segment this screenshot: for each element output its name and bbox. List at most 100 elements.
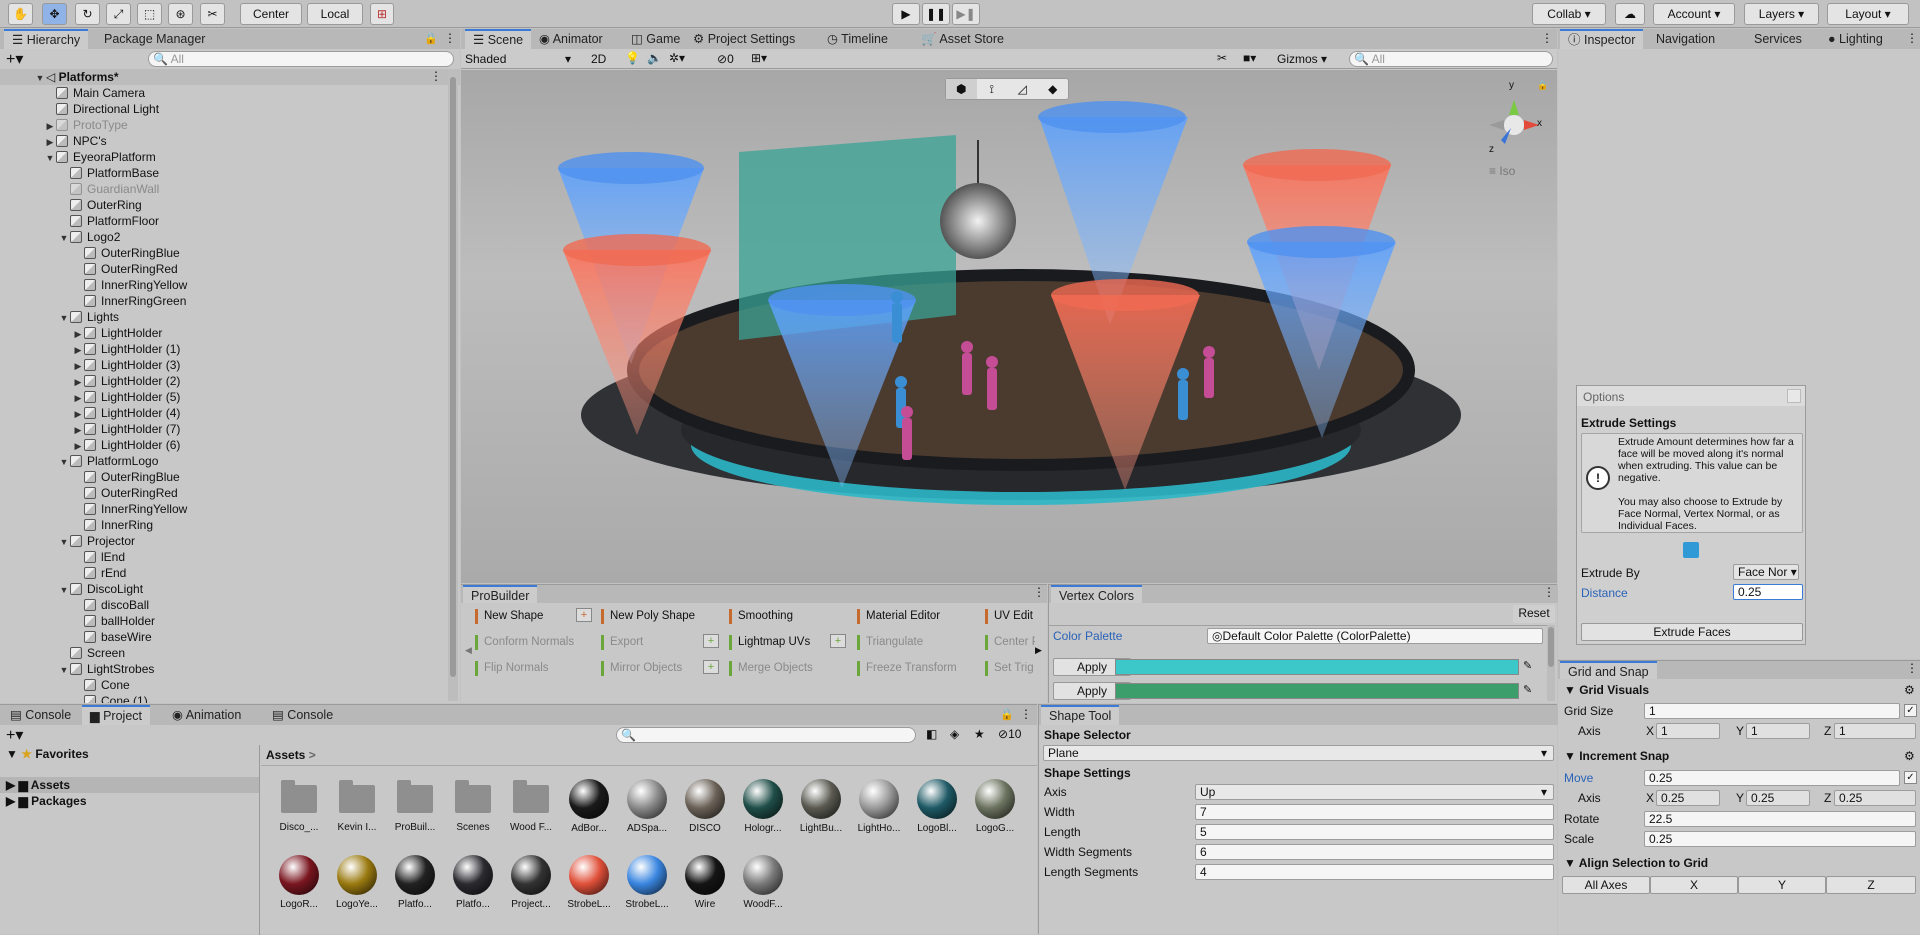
expand-arrow-icon[interactable]: ▶ bbox=[72, 406, 84, 422]
gizmos-dropdown[interactable]: Gizmos ▾ bbox=[1277, 52, 1327, 66]
expand-arrow-icon[interactable]: ▶ bbox=[72, 438, 84, 454]
hierarchy-row[interactable]: InnerRing bbox=[72, 517, 153, 533]
asset-material[interactable]: LogoR... bbox=[275, 855, 323, 910]
tab-lighting[interactable]: ● Lighting bbox=[1820, 29, 1886, 49]
audio-toggle-icon[interactable]: 🔈 bbox=[647, 51, 662, 65]
tab-shape-tool[interactable]: Shape Tool bbox=[1041, 705, 1120, 725]
face-mode-icon[interactable]: ◆ bbox=[1038, 79, 1069, 99]
layout-dropdown[interactable]: Layout ▾ bbox=[1827, 3, 1909, 25]
scroll-left-icon[interactable]: ◀ bbox=[465, 645, 472, 656]
camera-icon[interactable]: ■▾ bbox=[1243, 51, 1256, 65]
toggle-2d-button[interactable]: 2D bbox=[591, 52, 606, 66]
scene-menu-icon[interactable]: ⋮ bbox=[430, 69, 442, 83]
inc-axis-y-input[interactable]: 0.25 bbox=[1746, 790, 1810, 806]
hierarchy-row[interactable]: ▼ EyeoraPlatform bbox=[44, 149, 156, 165]
scene-search-input[interactable]: 🔍 All bbox=[1349, 51, 1553, 67]
probuilder-action-button[interactable]: Center P bbox=[985, 635, 1035, 650]
asset-material[interactable]: WoodF... bbox=[739, 855, 787, 910]
increment-snap-header[interactable]: ▼ Increment Snap bbox=[1564, 749, 1669, 763]
color-palette-field[interactable]: ◎Default Color Palette (ColorPalette) bbox=[1207, 628, 1543, 644]
filter-label-icon[interactable]: ◈ bbox=[950, 727, 959, 741]
create-button[interactable]: +▾ bbox=[6, 49, 23, 69]
grid-visuals-header[interactable]: ▼ Grid Visuals bbox=[1564, 683, 1649, 697]
hierarchy-row[interactable]: ▼ Lights bbox=[58, 309, 120, 325]
close-icon[interactable] bbox=[1787, 389, 1801, 403]
hierarchy-row[interactable]: ▼ Projector bbox=[58, 533, 136, 550]
expand-arrow-icon[interactable]: ▶ bbox=[72, 326, 84, 342]
probuilder-action-button[interactable]: UV Edit bbox=[985, 609, 1035, 624]
align-y-button[interactable]: Y bbox=[1738, 876, 1826, 894]
object-mode-icon[interactable]: ⬢ bbox=[946, 79, 977, 99]
extrude-by-dropdown[interactable]: Face Nor ▾ bbox=[1733, 564, 1799, 580]
axis-dropdown[interactable]: Up ▾ bbox=[1195, 784, 1554, 800]
move-snap-input[interactable]: 0.25 bbox=[1644, 770, 1900, 786]
probuilder-action-button[interactable]: Merge Objects bbox=[729, 661, 813, 676]
grid-size-checkbox[interactable]: ✓ bbox=[1904, 704, 1917, 717]
collapse-arrow-icon[interactable]: ▼ bbox=[58, 230, 70, 246]
scene-viewport[interactable]: ⬢ ⟟ ◿ ◆ x y z 🔒 ≡ Iso bbox=[461, 70, 1557, 583]
vertex-colors-scrollbar[interactable] bbox=[1547, 625, 1555, 701]
align-z-button[interactable]: Z bbox=[1826, 876, 1916, 894]
project-menu-icon[interactable]: ⋮ bbox=[1020, 707, 1032, 721]
hierarchy-row[interactable]: InnerRingYellow bbox=[72, 501, 187, 517]
move-tool-button[interactable]: ✥ bbox=[42, 3, 67, 25]
align-all-axes-button[interactable]: All Axes bbox=[1562, 876, 1650, 894]
hierarchy-row[interactable]: ▶ LightHolder (7) bbox=[72, 421, 181, 437]
asset-material[interactable]: DISCO bbox=[681, 779, 729, 834]
tab-animator[interactable]: ◉ Animator bbox=[531, 29, 611, 49]
asset-material[interactable]: LogoG... bbox=[971, 779, 1019, 834]
asset-material[interactable]: LightHo... bbox=[855, 779, 903, 834]
hierarchy-row[interactable]: ▶ LightHolder (2) bbox=[72, 373, 181, 389]
probuilder-action-button[interactable]: Material Editor bbox=[857, 609, 940, 624]
tab-asset-store[interactable]: 🛒 Asset Store bbox=[913, 29, 1012, 49]
lighting-toggle-icon[interactable]: 💡 bbox=[625, 51, 640, 65]
project-create-button[interactable]: +▾ bbox=[6, 725, 23, 745]
tab-grid-snap[interactable]: Grid and Snap bbox=[1560, 661, 1657, 679]
lock-icon[interactable]: 🔒 bbox=[1537, 80, 1548, 91]
gear-icon[interactable]: ⚙ bbox=[1904, 683, 1915, 697]
hierarchy-row[interactable]: ▶ LightHolder (5) bbox=[72, 389, 181, 405]
hierarchy-row[interactable]: ▶ ProtoType bbox=[44, 117, 128, 133]
asset-material[interactable]: AdBor... bbox=[565, 779, 613, 834]
probuilder-action-button[interactable]: Freeze Transform bbox=[857, 661, 957, 676]
probuilder-action-button[interactable]: Export bbox=[601, 635, 643, 650]
collapse-arrow-icon[interactable]: ▼ bbox=[58, 454, 70, 470]
hierarchy-row[interactable]: InnerRingGreen bbox=[72, 293, 186, 309]
hierarchy-row[interactable]: ▼ Logo2 bbox=[58, 229, 121, 246]
effects-toggle-icon[interactable]: ✲▾ bbox=[669, 51, 685, 65]
favorites-item[interactable]: ▼ ★ Favorites bbox=[6, 747, 89, 761]
hierarchy-row[interactable]: OuterRingRed bbox=[72, 485, 178, 501]
eyedropper-icon[interactable]: ✎ bbox=[1523, 683, 1532, 696]
tab-animation[interactable]: ◉ Animation bbox=[164, 705, 249, 725]
hierarchy-row[interactable]: InnerRingYellow bbox=[72, 277, 187, 293]
hierarchy-row[interactable]: ▶ LightHolder (1) bbox=[72, 341, 181, 357]
vertex-mode-icon[interactable]: ⟟ bbox=[977, 79, 1008, 99]
asset-folder[interactable]: ProBuil... bbox=[391, 779, 439, 833]
scale-snap-input[interactable]: 0.25 bbox=[1644, 831, 1916, 847]
custom-tool-button[interactable]: ✂ bbox=[200, 3, 225, 25]
asset-material[interactable]: StrobeL... bbox=[565, 855, 613, 910]
tab-game[interactable]: ◫ Game bbox=[623, 29, 688, 49]
scene-root-row[interactable]: ▼ ◁ Platforms* bbox=[34, 69, 119, 85]
extrude-faces-button[interactable]: Extrude Faces bbox=[1581, 623, 1803, 641]
tab-services[interactable]: Services bbox=[1746, 29, 1810, 49]
play-button[interactable]: ▶ bbox=[892, 3, 920, 25]
tab-inspector[interactable]: ⓘ Inspector bbox=[1560, 29, 1644, 49]
asset-material[interactable]: ADSpa... bbox=[623, 779, 671, 834]
collapse-arrow-icon[interactable]: ▼ bbox=[58, 534, 70, 550]
scene-menu-icon[interactable]: ⋮ bbox=[1541, 31, 1553, 45]
tab-scene[interactable]: ☰ Scene bbox=[465, 29, 532, 49]
lock-icon[interactable]: 🔒 bbox=[1000, 708, 1014, 721]
color-swatch-1[interactable] bbox=[1115, 659, 1519, 675]
color-swatch-2[interactable] bbox=[1115, 683, 1519, 699]
hidden-packages-icon[interactable]: ⊘10 bbox=[998, 727, 1021, 741]
inc-axis-x-input[interactable]: 0.25 bbox=[1656, 790, 1720, 806]
hierarchy-row[interactable]: PlatformFloor bbox=[58, 213, 159, 229]
hierarchy-row[interactable]: ▶ LightHolder bbox=[72, 325, 163, 342]
hierarchy-row[interactable]: Directional Light bbox=[44, 101, 159, 117]
tab-hierarchy[interactable]: ☰ Hierarchy bbox=[4, 29, 89, 49]
shape-field-input[interactable]: 6 bbox=[1195, 844, 1554, 860]
grid-snap-menu-icon[interactable]: ⋮ bbox=[1906, 661, 1918, 675]
grid-axis-x-input[interactable]: 1 bbox=[1656, 723, 1720, 739]
probuilder-action-button[interactable]: Lightmap UVs bbox=[729, 635, 810, 650]
